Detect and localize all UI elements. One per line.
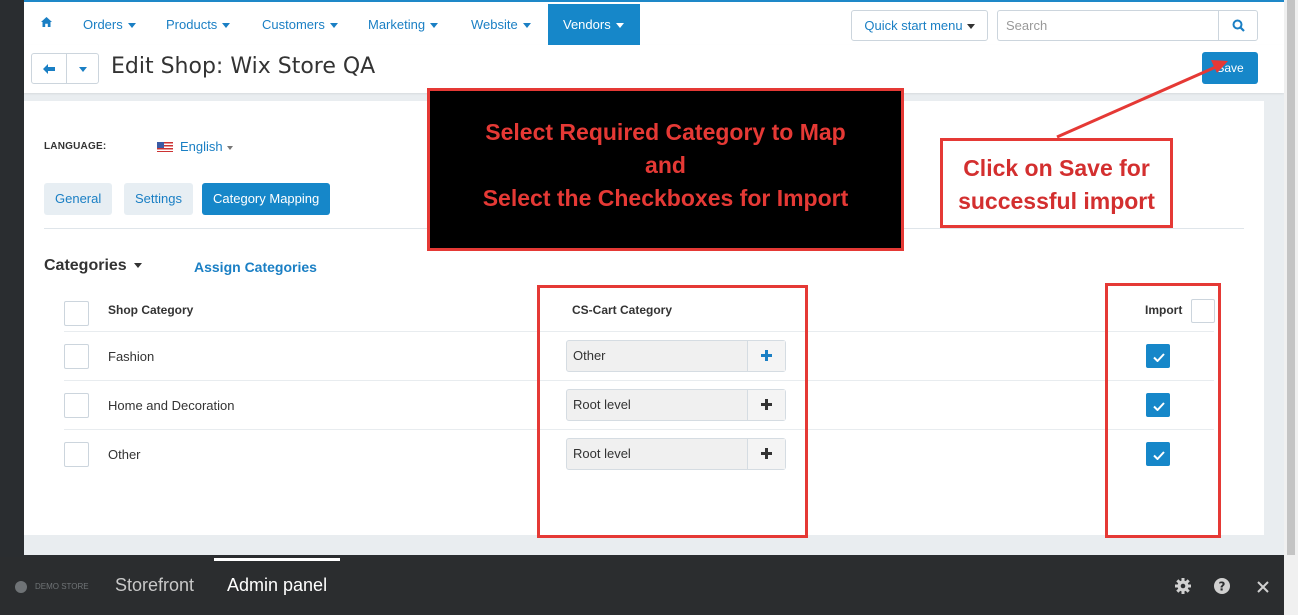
admin-panel-link[interactable]: Admin panel bbox=[227, 575, 327, 596]
chevron-down-icon bbox=[522, 23, 531, 29]
divider bbox=[66, 54, 67, 83]
nav-orders[interactable]: Orders bbox=[83, 4, 136, 47]
us-flag-icon bbox=[157, 142, 173, 152]
annotation-text: Select Required Category to Map bbox=[485, 119, 846, 145]
chevron-down-icon bbox=[222, 23, 231, 29]
home-icon[interactable] bbox=[41, 17, 52, 27]
bottom-bar: DEMO STORE Storefront Admin panel ? bbox=[0, 557, 1298, 615]
chevron-down-icon bbox=[133, 263, 142, 269]
back-button-group[interactable] bbox=[31, 53, 99, 84]
page-title: Edit Shop: Wix Store QA bbox=[111, 54, 376, 79]
page-header: Edit Shop: Wix Store QA Save bbox=[24, 45, 1284, 93]
tab-settings[interactable]: Settings bbox=[124, 183, 193, 215]
nav-products[interactable]: Products bbox=[166, 4, 231, 47]
row-select-checkbox[interactable] bbox=[64, 442, 89, 467]
gear-icon[interactable] bbox=[1174, 577, 1192, 595]
row-select-checkbox[interactable] bbox=[64, 344, 89, 369]
arrow-left-icon[interactable] bbox=[43, 64, 55, 74]
annotation-text: and bbox=[645, 152, 686, 178]
shop-category-name: Home and Decoration bbox=[108, 398, 235, 413]
annotation-callout-save: Click on Save for successful import bbox=[940, 138, 1173, 228]
annotation-text: successful import bbox=[958, 188, 1155, 214]
svg-text:?: ? bbox=[1219, 580, 1226, 594]
active-tab-indicator bbox=[214, 558, 340, 561]
storefront-link[interactable]: Storefront bbox=[115, 575, 194, 596]
categories-dropdown[interactable]: Categories bbox=[44, 257, 142, 275]
annotation-callout-mapping: Select Required Category to Map and Sele… bbox=[427, 88, 904, 251]
chevron-down-icon bbox=[329, 23, 338, 29]
scrollbar[interactable] bbox=[1284, 0, 1298, 615]
annotation-highlight-import-column bbox=[1105, 283, 1221, 538]
annotation-text: Select the Checkboxes for Import bbox=[482, 185, 849, 211]
language-label: LANGUAGE: bbox=[44, 141, 107, 152]
annotation-highlight-cscart-column bbox=[537, 285, 808, 538]
annotation-text: Click on Save for bbox=[963, 155, 1150, 181]
demo-store-logo bbox=[15, 581, 27, 593]
chevron-down-icon bbox=[430, 23, 439, 29]
demo-store-label: DEMO STORE bbox=[35, 582, 89, 591]
chevron-down-icon bbox=[127, 23, 136, 29]
search-icon bbox=[1232, 19, 1245, 32]
search-input[interactable] bbox=[997, 10, 1219, 41]
save-button[interactable]: Save bbox=[1202, 52, 1258, 84]
assign-categories-link[interactable]: Assign Categories bbox=[194, 259, 317, 275]
chevron-down-icon[interactable] bbox=[79, 67, 87, 72]
select-all-checkbox[interactable] bbox=[64, 301, 89, 326]
row-select-checkbox[interactable] bbox=[64, 393, 89, 418]
shop-category-name: Fashion bbox=[108, 349, 155, 364]
tab-general[interactable]: General bbox=[44, 183, 113, 215]
close-icon[interactable] bbox=[1257, 581, 1269, 593]
nav-website[interactable]: Website bbox=[471, 4, 531, 47]
column-header-shop-category: Shop Category bbox=[108, 303, 194, 317]
language-selector[interactable]: English bbox=[157, 139, 233, 154]
shop-category-name: Other bbox=[108, 447, 141, 462]
chevron-down-icon bbox=[966, 24, 975, 30]
chevron-down-icon bbox=[226, 145, 233, 150]
chevron-down-icon bbox=[615, 23, 624, 29]
search-button[interactable] bbox=[1218, 10, 1258, 41]
nav-customers[interactable]: Customers bbox=[262, 4, 338, 47]
scrollbar-thumb[interactable] bbox=[1287, 0, 1295, 555]
quick-start-menu-button[interactable]: Quick start menu bbox=[851, 10, 988, 41]
top-navigation: Orders Products Customers Marketing Webs… bbox=[24, 0, 1284, 47]
nav-vendors[interactable]: Vendors bbox=[548, 4, 640, 47]
help-icon[interactable]: ? bbox=[1213, 577, 1231, 595]
nav-marketing[interactable]: Marketing bbox=[368, 4, 439, 47]
tab-category-mapping[interactable]: Category Mapping bbox=[202, 183, 331, 215]
